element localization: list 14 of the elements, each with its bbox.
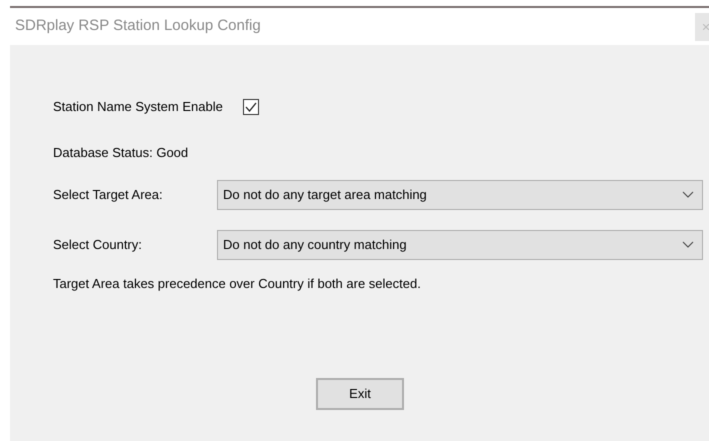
database-status: Database Status: Good xyxy=(53,144,190,162)
checkbox-label: Station Name System Enable xyxy=(53,98,223,116)
field-label: Select Country: xyxy=(53,236,143,254)
window-title: SDRplay RSP Station Lookup Config xyxy=(15,16,261,36)
field-label: Select Target Area: xyxy=(53,186,164,204)
dropdown[interactable]: Do not do any target area matching xyxy=(217,180,703,210)
chevron-down-icon xyxy=(682,241,694,249)
close-icon xyxy=(703,24,709,30)
chevron-down-icon xyxy=(682,191,694,199)
note-text: Target Area takes precedence over Country if both are selected. xyxy=(53,275,422,293)
exit-button[interactable]: Exit xyxy=(316,378,404,410)
check-icon xyxy=(244,100,258,113)
enable-checkbox[interactable] xyxy=(242,98,259,115)
dropdown[interactable]: Do not do any country matching xyxy=(217,230,703,260)
